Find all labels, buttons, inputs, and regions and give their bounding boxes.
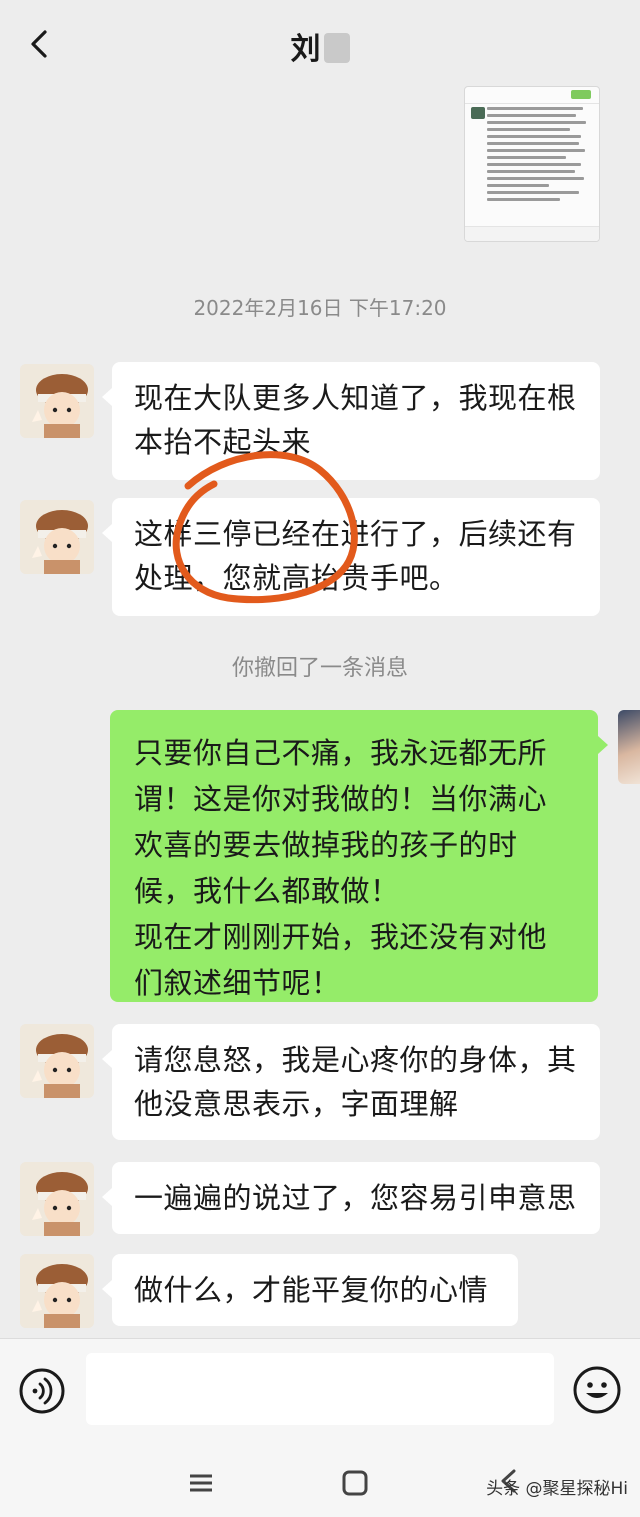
message-timestamp: 2022年2月16日 下午17:20 (193, 296, 447, 320)
menu-icon (190, 1474, 212, 1492)
sent-image-thumbnail[interactable] (464, 86, 600, 242)
voice-icon (19, 1368, 65, 1414)
contact-avatar[interactable] (20, 500, 94, 574)
watermark-text: 头条 @聚星探秘Hi (486, 1479, 628, 1499)
recall-notice: 你撤回了一条消息 (231, 656, 408, 681)
name-blur (323, 33, 350, 63)
contact-avatar[interactable] (20, 364, 94, 438)
my-avatar[interactable] (618, 710, 640, 784)
contact-avatar[interactable] (20, 1162, 94, 1236)
nav-menu-button[interactable] (186, 1468, 216, 1498)
nav-home-button[interactable] (340, 1468, 370, 1498)
emoji-button[interactable] (572, 1365, 622, 1415)
voice-button[interactable] (18, 1367, 66, 1415)
message-bubble-received[interactable]: 做什么，才能平复你的心情 (102, 1254, 518, 1326)
message-bubble-received[interactable]: 现在大队更多人知道了，我现在根本抬不起头来 (102, 362, 600, 480)
home-icon (342, 1470, 368, 1496)
message-bubble-received[interactable]: 一遍遍的说过了，您容易引申意思 (102, 1162, 600, 1234)
emoji-icon (573, 1366, 621, 1414)
message-bubble-received[interactable]: 这样三停已经在进行了，后续还有处理，您就高抬贵手吧。 (102, 498, 600, 616)
message-bubble-received[interactable]: 请您息怒，我是心疼你的身体，其他没意思表示，字面理解 (102, 1024, 600, 1140)
message-input[interactable] (86, 1353, 554, 1425)
chat-header: 刘 (0, 0, 640, 92)
contact-avatar[interactable] (20, 1024, 94, 1098)
contact-avatar[interactable] (20, 1254, 94, 1328)
contact-name: 刘 (290, 32, 322, 67)
system-nav-bar: 头条 @聚星探秘Hi (0, 1448, 640, 1517)
input-bar (0, 1338, 640, 1449)
chat-title: 刘 (0, 24, 640, 68)
message-bubble-sent[interactable]: 只要你自己不痛，我永远都无所谓！这是你对我做的！当你满心欢喜的要去做掉我的孩子的… (110, 710, 608, 1002)
